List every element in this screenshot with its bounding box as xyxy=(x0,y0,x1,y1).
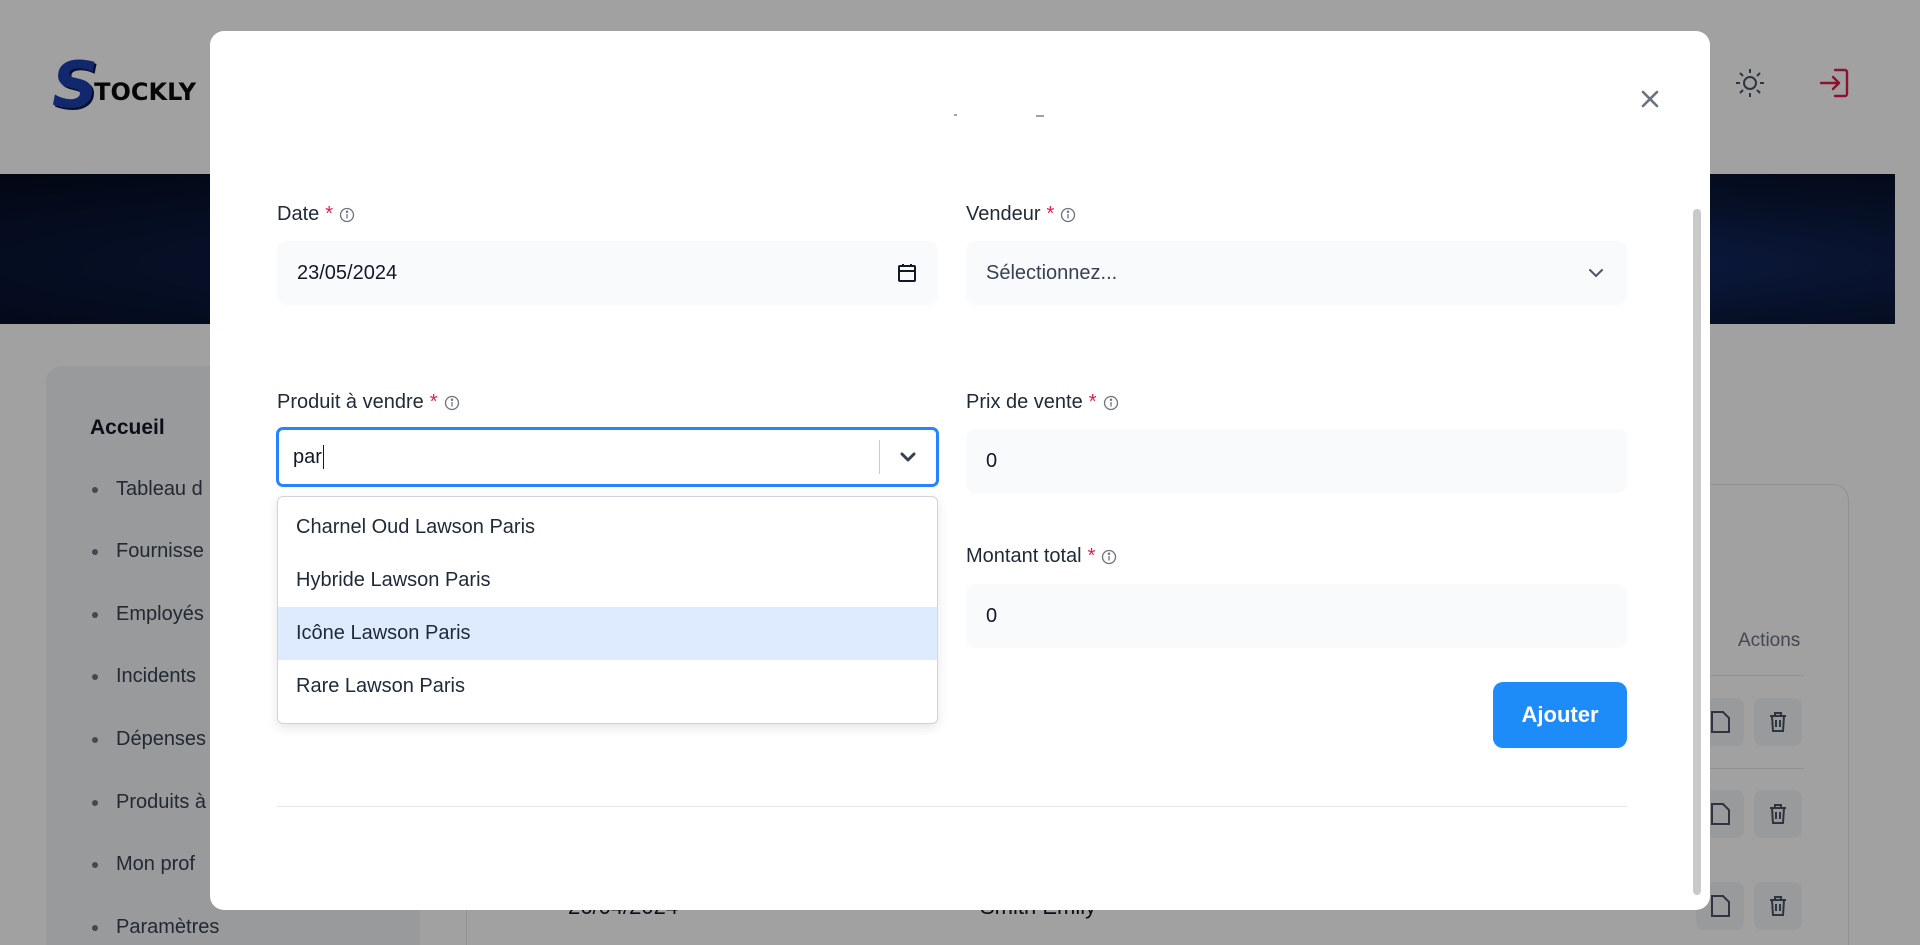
montant-label: Montant total * xyxy=(966,545,1117,568)
date-input[interactable]: 23/05/2024 xyxy=(277,241,938,305)
required-mark: * xyxy=(1087,545,1096,567)
prix-label-text: Prix de vente xyxy=(966,391,1083,413)
option-item[interactable]: Hybride Lawson Paris xyxy=(278,554,937,607)
produit-label: Produit à vendre * xyxy=(277,391,460,414)
vendeur-select[interactable]: Sélectionnez... xyxy=(966,241,1627,305)
option-item-focused[interactable]: Icône Lawson Paris xyxy=(278,607,937,660)
info-icon[interactable] xyxy=(1060,207,1076,223)
montant-label-text: Montant total xyxy=(966,545,1082,567)
date-label-text: Date xyxy=(277,203,320,225)
info-icon[interactable] xyxy=(339,207,355,223)
info-icon[interactable] xyxy=(1103,395,1119,411)
produit-options-menu: Charnel Oud Lawson Paris Hybride Lawson … xyxy=(277,496,938,724)
vendeur-value: Sélectionnez... xyxy=(986,261,1118,284)
scrolled-title-remnant xyxy=(954,114,1044,117)
chevron-down-icon xyxy=(1589,269,1603,278)
date-label: Date * xyxy=(277,203,355,226)
info-icon[interactable] xyxy=(444,395,460,411)
produit-combobox[interactable]: par xyxy=(277,428,938,486)
chevron-down-icon xyxy=(900,452,916,462)
info-icon[interactable] xyxy=(1101,549,1117,565)
produit-search-input[interactable]: par xyxy=(279,445,879,469)
add-sale-modal: Date * 23/05/2024 Vendeur * Sélectionnez… xyxy=(210,31,1710,910)
required-mark: * xyxy=(325,203,334,225)
required-mark: * xyxy=(1088,391,1097,413)
produit-label-text: Produit à vendre xyxy=(277,391,424,413)
prix-input[interactable]: 0 xyxy=(966,429,1627,493)
close-button[interactable] xyxy=(1630,79,1670,119)
calendar-icon[interactable] xyxy=(896,262,918,284)
option-item[interactable]: Charnel Oud Lawson Paris xyxy=(278,501,937,554)
prix-label: Prix de vente * xyxy=(966,391,1119,414)
dropdown-indicator[interactable] xyxy=(880,446,936,468)
text-caret xyxy=(322,445,324,469)
prix-value: 0 xyxy=(986,449,998,472)
required-mark: * xyxy=(429,391,438,413)
modal-scrollbar[interactable] xyxy=(1693,209,1701,895)
vendeur-label-text: Vendeur xyxy=(966,203,1041,225)
date-value: 23/05/2024 xyxy=(297,261,398,284)
required-mark: * xyxy=(1046,203,1055,225)
option-item[interactable]: Rare Lawson Paris xyxy=(278,660,937,713)
close-icon xyxy=(1641,90,1659,108)
ajouter-button[interactable]: Ajouter xyxy=(1493,682,1627,748)
produit-search-text: par xyxy=(293,445,322,468)
vendeur-label: Vendeur * xyxy=(966,203,1076,226)
montant-value: 0 xyxy=(986,604,998,627)
montant-input[interactable]: 0 xyxy=(966,584,1627,648)
modal-divider xyxy=(277,806,1627,807)
